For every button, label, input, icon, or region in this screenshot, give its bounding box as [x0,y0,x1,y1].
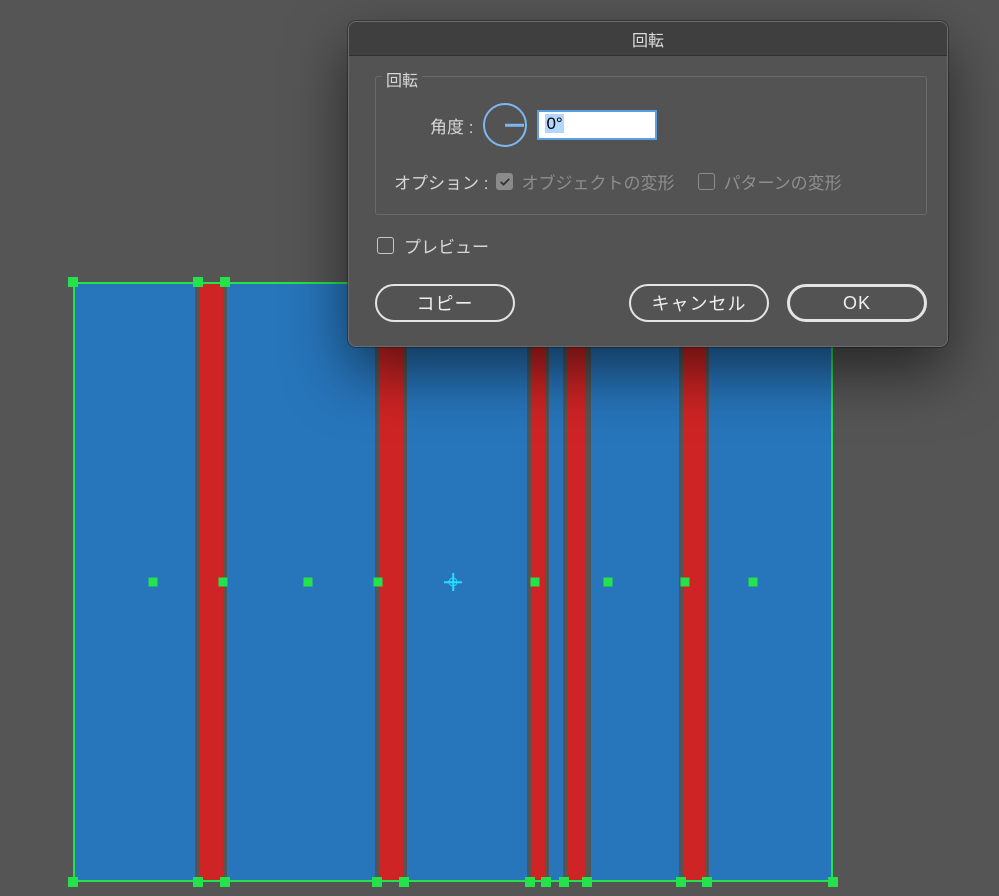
cancel-button[interactable]: キャンセル [629,284,769,322]
selection-handle[interactable] [68,277,78,287]
transform-objects-checkbox[interactable] [496,173,513,190]
selection-handle[interactable] [828,877,838,887]
angle-input[interactable]: 0° [537,110,657,140]
options-label: オプション : [394,169,488,194]
selection-handle[interactable] [702,877,712,887]
selection-handle[interactable] [193,877,203,887]
preview-checkbox[interactable] [377,237,394,254]
shape-blue [227,282,375,882]
selection-handle[interactable] [525,877,535,887]
shape-blue [75,282,195,882]
canvas-selection [73,282,833,882]
copy-button[interactable]: コピー [375,284,515,322]
selection-handle[interactable] [541,877,551,887]
preview-label: プレビュー [404,233,489,258]
rotate-group: 回転 角度 : 0° オプション : オブジェクトの変形 パターンの変形 [375,76,927,215]
selection-handle[interactable] [749,578,758,587]
selection-handle[interactable] [676,877,686,887]
selection-handle[interactable] [559,877,569,887]
transform-patterns-checkbox[interactable] [698,173,715,190]
selection-handle[interactable] [304,578,313,587]
selection-handle[interactable] [372,877,382,887]
group-label: 回転 [382,67,422,91]
ok-button[interactable]: OK [787,284,927,322]
rotate-dialog: 回転 回転 角度 : 0° オプション : オブジェクトの変形 パターンの変形 [348,21,948,347]
shape-blue [709,282,831,882]
selection-handle[interactable] [220,277,230,287]
selection-handle[interactable] [681,578,690,587]
selection-handle[interactable] [531,578,540,587]
selection-handle[interactable] [220,877,230,887]
dialog-title: 回転 [349,22,947,56]
transform-objects-label: オブジェクトの変形 [521,169,674,194]
selection-handle[interactable] [193,277,203,287]
shape-blue [407,282,527,882]
shape-red [379,282,403,882]
selection-handle[interactable] [219,578,228,587]
transform-origin-icon[interactable] [444,573,462,591]
angle-label: 角度 : [430,113,473,138]
angle-dial[interactable] [483,103,527,147]
transform-patterns-label: パターンの変形 [723,169,841,194]
selection-handle[interactable] [149,578,158,587]
selection-handle[interactable] [68,877,78,887]
selection-handle[interactable] [604,578,613,587]
shape-red [567,282,585,882]
selection-handle[interactable] [399,877,409,887]
shape-blue [549,282,563,882]
selection-handle[interactable] [582,877,592,887]
selection-handle[interactable] [374,578,383,587]
